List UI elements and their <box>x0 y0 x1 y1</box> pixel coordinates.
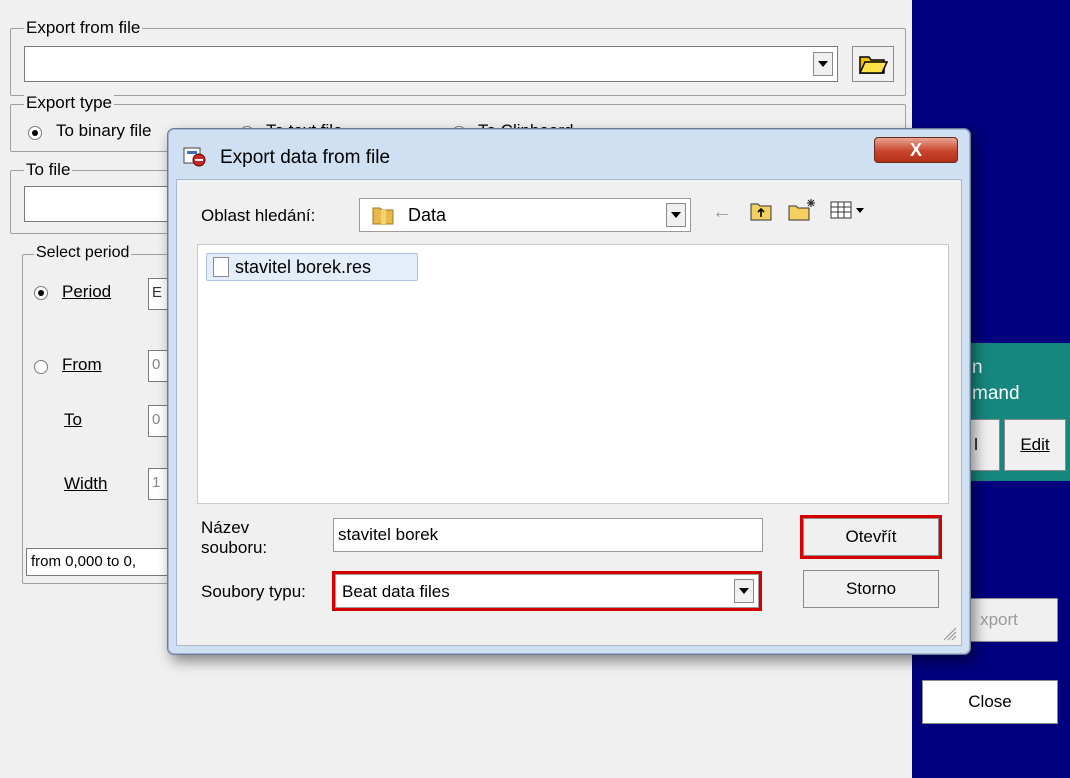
from-label: From <box>62 355 102 374</box>
period-label: Period <box>62 282 112 301</box>
filetype-label: Soubory typu: <box>201 582 306 601</box>
dialog-body: Oblast hledání: Data ← stavitel borek.re… <box>176 179 962 646</box>
open-folder-icon <box>858 56 888 74</box>
to-file-legend: To file <box>24 160 73 180</box>
export-data-dialog: Export data from file X Oblast hledání: … <box>167 128 971 655</box>
select-period-legend: Select period <box>34 244 132 262</box>
file-name: stavitel borek.res <box>235 256 372 277</box>
look-in-label: Oblast hledání: <box>201 206 316 225</box>
export-dialog-icon <box>183 147 206 167</box>
back-arrow-icon[interactable]: ← <box>712 202 732 222</box>
view-menu-icon[interactable] <box>829 200 869 220</box>
file-list[interactable]: stavitel borek.res <box>197 244 949 504</box>
filename-input[interactable]: stavitel borek <box>333 518 763 552</box>
browse-folder-button[interactable] <box>852 46 894 82</box>
export-from-file-input[interactable] <box>24 46 838 82</box>
up-folder-icon[interactable] <box>749 200 773 222</box>
width-label: Width <box>64 474 108 493</box>
export-type-legend: Export type <box>24 93 114 113</box>
filetype-dropdown[interactable] <box>734 579 754 603</box>
export-from-file-legend: Export from file <box>24 18 143 38</box>
command-panel-line1: n <box>972 357 983 378</box>
filename-label-line2: souboru: <box>201 538 268 557</box>
look-in-value: Data <box>408 205 447 225</box>
dialog-close-button[interactable]: X <box>874 137 958 163</box>
open-button[interactable]: Otevřít <box>800 515 942 559</box>
list-item[interactable]: stavitel borek.res <box>206 253 418 281</box>
new-folder-icon[interactable] <box>787 198 817 222</box>
resize-grip-icon[interactable] <box>939 623 957 641</box>
command-panel-line2: mand <box>972 383 1020 404</box>
filetype-value: Beat data files <box>342 582 450 601</box>
folder-icon <box>372 207 394 225</box>
radio-to-binary-label: To binary file <box>56 121 152 140</box>
to-label: To <box>64 410 82 429</box>
radio-from[interactable] <box>34 360 48 374</box>
close-icon: X <box>909 139 922 160</box>
filetype-combo[interactable]: Beat data files <box>332 571 762 611</box>
look-in-dropdown[interactable] <box>666 203 686 227</box>
radio-to-binary[interactable] <box>28 126 42 140</box>
look-in-combo[interactable]: Data <box>359 198 691 232</box>
cancel-button[interactable]: Storno <box>803 570 939 608</box>
file-icon <box>213 257 229 277</box>
radio-period[interactable] <box>34 286 48 300</box>
dialog-title: Export data from file <box>220 147 391 168</box>
edit-button[interactable]: Edit <box>1004 419 1066 471</box>
close-button[interactable]: Close <box>922 680 1058 724</box>
export-from-file-dropdown[interactable] <box>813 52 833 76</box>
filename-label-line1: Název <box>201 518 250 537</box>
